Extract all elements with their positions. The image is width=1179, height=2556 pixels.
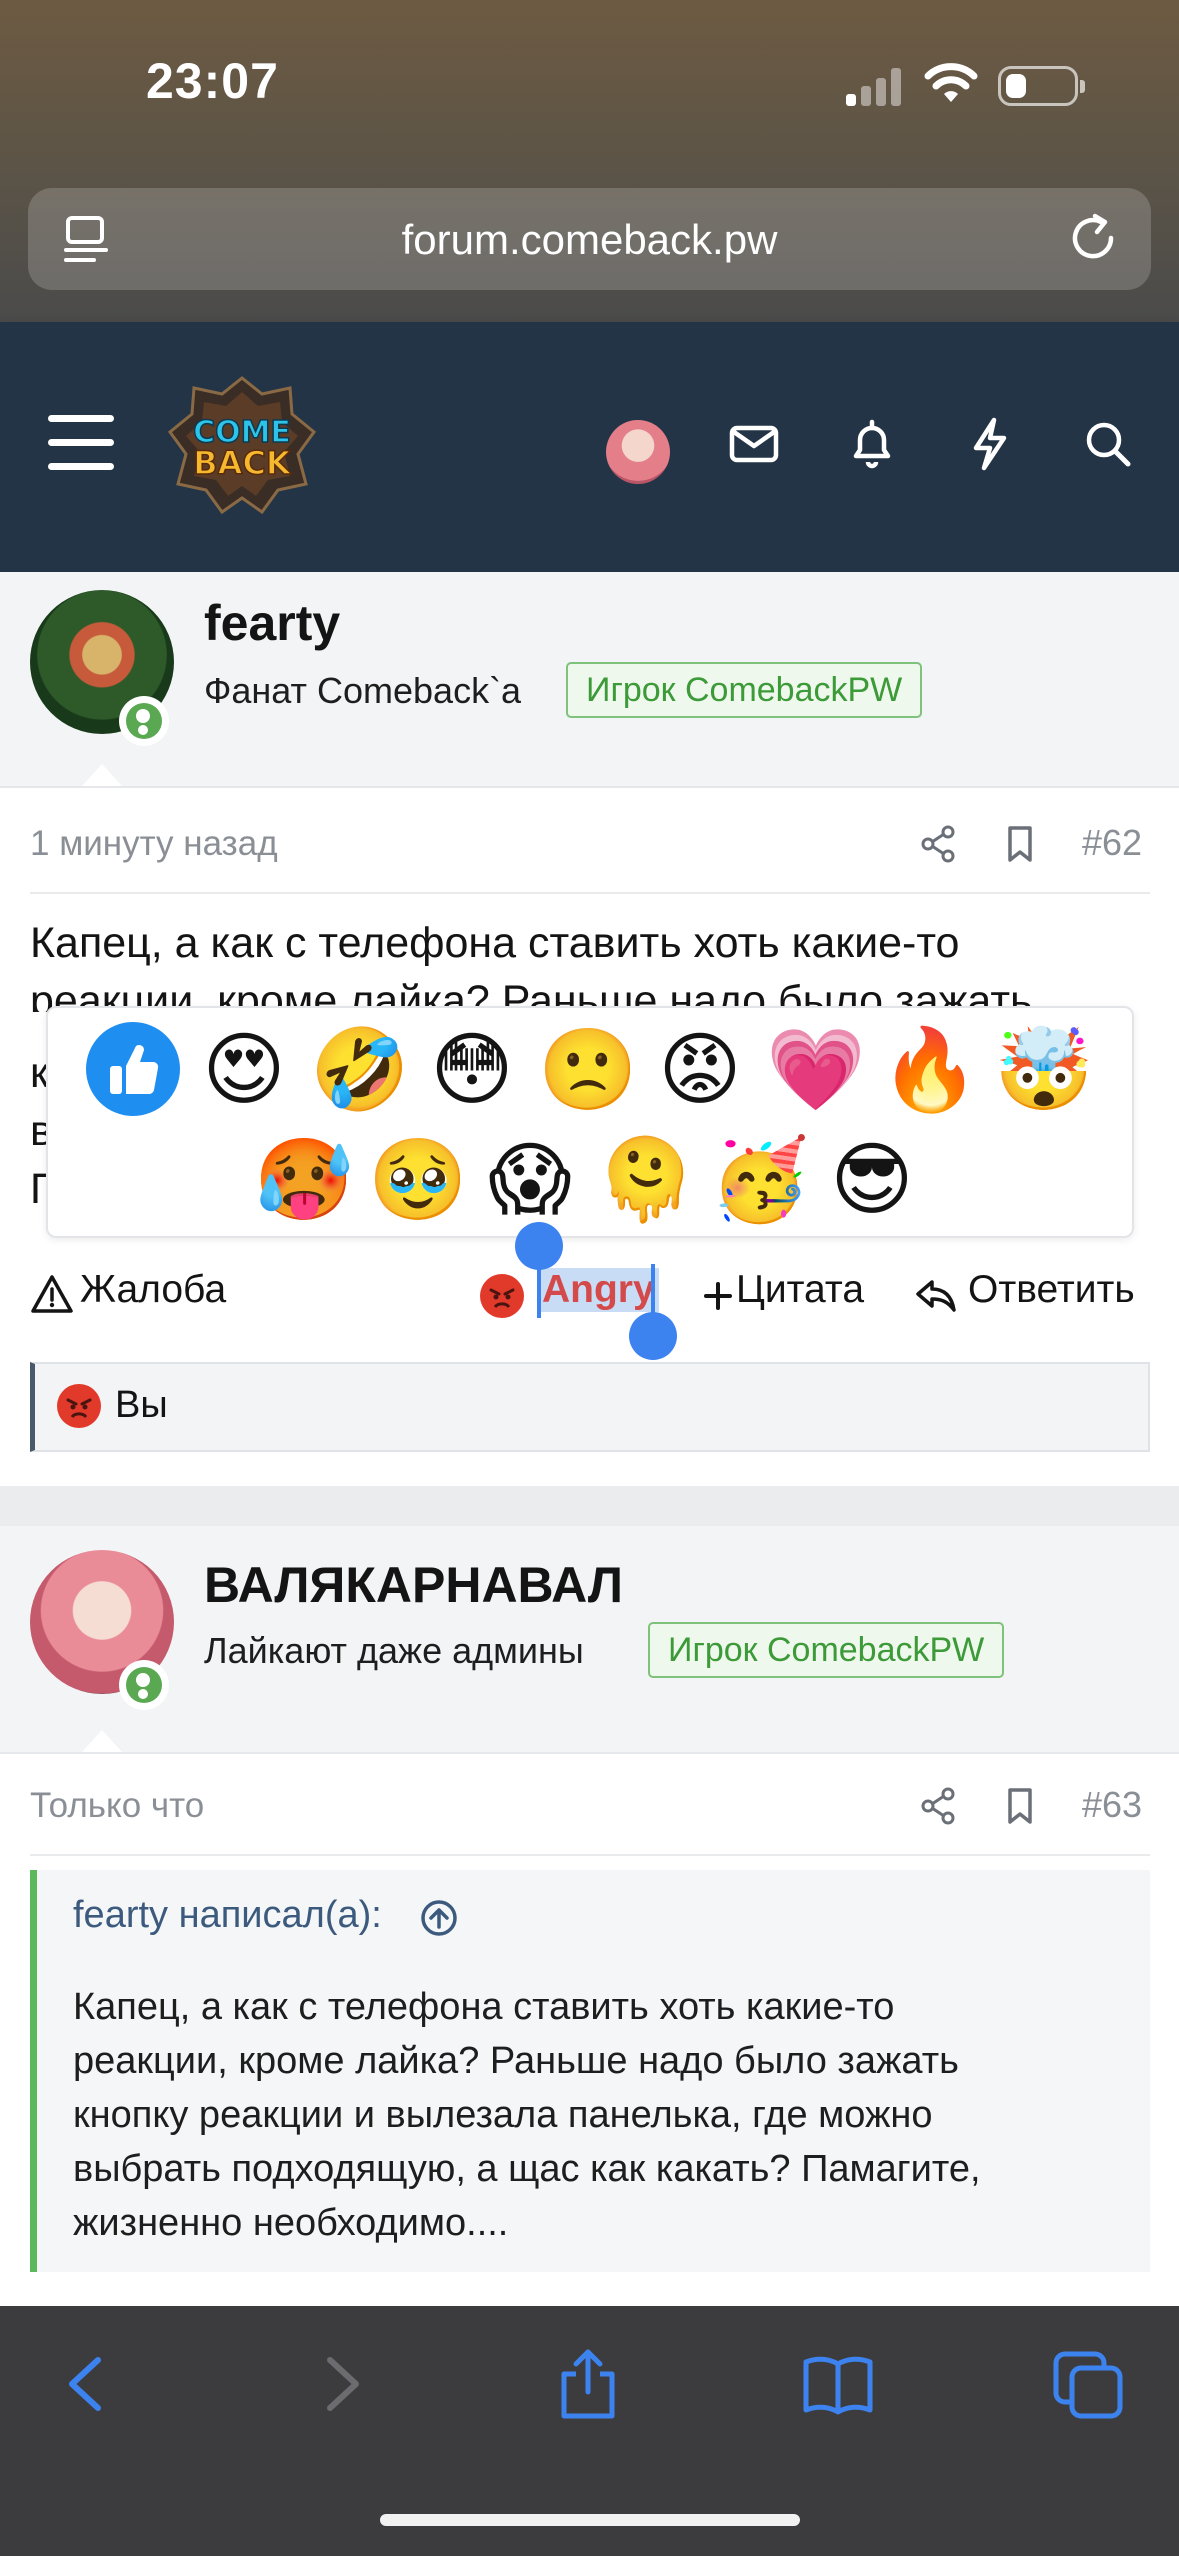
home-indicator bbox=[380, 2514, 800, 2526]
reaction-button[interactable]: Angry bbox=[538, 1268, 659, 1312]
menu-icon[interactable] bbox=[48, 415, 114, 471]
divider bbox=[30, 892, 1150, 894]
online-status-icon bbox=[119, 696, 169, 746]
svg-text:BACK: BACK bbox=[193, 444, 292, 482]
warning-icon[interactable] bbox=[30, 1273, 74, 1317]
post-number[interactable]: #63 bbox=[1082, 1784, 1142, 1826]
search-icon[interactable] bbox=[1078, 414, 1138, 474]
angry-reaction-icon bbox=[57, 1384, 101, 1428]
reply-icon[interactable] bbox=[914, 1274, 958, 1318]
plus-icon[interactable] bbox=[696, 1274, 740, 1318]
divider bbox=[30, 1854, 1150, 1856]
report-button[interactable]: Жалоба bbox=[80, 1268, 226, 1312]
tabs-icon[interactable] bbox=[1050, 2346, 1126, 2422]
selection-handle-end[interactable] bbox=[629, 1312, 677, 1360]
comeback-logo[interactable]: COME BACK bbox=[166, 372, 318, 517]
share-icon[interactable] bbox=[918, 1786, 958, 1826]
reactions-summary-text[interactable]: Вы bbox=[115, 1384, 168, 1427]
reaction-wow[interactable]: 😳 bbox=[424, 1022, 520, 1118]
reaction-picker: 😍 🤣 😳 🙁 😡 💗 🔥 🤯 🥵 🥹 😱 🫠 🥳 😎 bbox=[46, 1006, 1134, 1238]
user-title: Лайкают даже админы bbox=[204, 1630, 584, 1671]
forward-icon[interactable] bbox=[302, 2346, 378, 2422]
url-text[interactable]: forum.comeback.pw bbox=[28, 216, 1151, 264]
quote-line: выбрать подходящую, а щас как какать? Па… bbox=[73, 2148, 981, 2190]
reaction-haha[interactable]: 🤣 bbox=[310, 1022, 410, 1118]
share-icon[interactable] bbox=[918, 824, 958, 864]
quote-line: реакции, кроме лайка? Раньше надо было з… bbox=[73, 2040, 959, 2082]
reaction-pleading[interactable]: 🥹 bbox=[368, 1132, 468, 1228]
angry-reaction-icon[interactable] bbox=[480, 1274, 524, 1318]
reactions-summary[interactable]: Вы bbox=[30, 1362, 1150, 1452]
quote-text: Капец, а как с телефона ставить хоть как… bbox=[73, 1980, 1133, 2250]
post-62-author-block: fearty Фанат Comeback`a Игрок ComebackPW bbox=[0, 572, 1179, 786]
battery-icon bbox=[998, 66, 1085, 106]
wifi-icon bbox=[924, 63, 978, 102]
reaction-sad[interactable]: 🙁 bbox=[538, 1022, 638, 1118]
quote-author[interactable]: fearty написал(а): bbox=[73, 1894, 382, 1937]
reply-button[interactable]: Ответить bbox=[968, 1268, 1135, 1312]
user-badge: Игрок ComebackPW bbox=[648, 1622, 1005, 1678]
reaction-angry[interactable]: 😡 bbox=[652, 1022, 748, 1118]
post-pointer bbox=[82, 764, 122, 786]
bookmark-icon[interactable] bbox=[1000, 1786, 1040, 1826]
mail-icon[interactable] bbox=[724, 414, 784, 474]
status-time: 23:07 bbox=[146, 53, 279, 109]
jump-to-quote-icon[interactable] bbox=[419, 1898, 459, 1938]
user-avatar[interactable] bbox=[606, 420, 670, 484]
reaction-party[interactable]: 🥳 bbox=[710, 1132, 810, 1228]
quote-line: Капец, а как с телефона ставить хоть как… bbox=[73, 1986, 895, 2028]
post-separator bbox=[0, 1486, 1179, 1526]
cellular-signal-icon bbox=[846, 68, 902, 106]
quote-button[interactable]: Цитата bbox=[736, 1268, 864, 1312]
site-header: COME BACK bbox=[0, 322, 1179, 572]
user-badge: Игрок ComebackPW bbox=[566, 662, 923, 718]
browser-top: 23:07 forum.comeback.pw bbox=[0, 0, 1179, 322]
thumbs-up-icon bbox=[110, 1045, 159, 1095]
user-title: Фанат Comeback`a bbox=[204, 670, 522, 711]
bookmark-icon[interactable] bbox=[1000, 824, 1040, 864]
username[interactable]: fearty bbox=[204, 594, 340, 652]
message-line: Капец, а как с телефона ставить хоть как… bbox=[30, 919, 960, 967]
selection-caret-start[interactable] bbox=[537, 1264, 541, 1318]
reaction-heart[interactable]: 💗 bbox=[766, 1022, 866, 1118]
post-63-author-block: ВАЛЯКАРНАВАЛ Лайкают даже админы Игрок C… bbox=[0, 1526, 1179, 1752]
selection-caret-end[interactable] bbox=[651, 1264, 655, 1318]
reaction-mind-blown[interactable]: 🤯 bbox=[994, 1022, 1094, 1118]
reaction-love[interactable]: 😍 bbox=[196, 1022, 292, 1118]
online-status-icon bbox=[119, 1660, 169, 1710]
post-pointer bbox=[82, 1730, 122, 1752]
username[interactable]: ВАЛЯКАРНАВАЛ bbox=[204, 1556, 623, 1614]
share-sheet-icon[interactable] bbox=[550, 2346, 626, 2422]
reload-icon[interactable] bbox=[1067, 212, 1121, 266]
quote-block: fearty написал(а): Капец, а как с телефо… bbox=[30, 1870, 1150, 2272]
post-time[interactable]: 1 минуту назад bbox=[30, 824, 278, 864]
reaction-cool[interactable]: 😎 bbox=[824, 1132, 920, 1228]
lightning-icon[interactable] bbox=[960, 414, 1020, 474]
post-number[interactable]: #62 bbox=[1082, 822, 1142, 864]
reaction-like[interactable] bbox=[86, 1022, 180, 1116]
reaction-scream[interactable]: 😱 bbox=[482, 1132, 578, 1228]
selection-handle-start[interactable] bbox=[515, 1222, 563, 1270]
reaction-melting[interactable]: 🫠 bbox=[596, 1132, 696, 1228]
post-time[interactable]: Только что bbox=[30, 1786, 204, 1826]
quote-line: кнопку реакции и вылезала панелька, где … bbox=[73, 2094, 933, 2136]
reaction-fire[interactable]: 🔥 bbox=[880, 1022, 980, 1118]
reaction-hot[interactable]: 🥵 bbox=[254, 1132, 354, 1228]
back-icon[interactable] bbox=[50, 2346, 126, 2422]
bookmarks-icon[interactable] bbox=[800, 2346, 876, 2422]
address-bar[interactable]: forum.comeback.pw bbox=[28, 188, 1151, 290]
quote-line: жизненно необходимо.... bbox=[73, 2202, 509, 2244]
bell-icon[interactable] bbox=[842, 414, 902, 474]
